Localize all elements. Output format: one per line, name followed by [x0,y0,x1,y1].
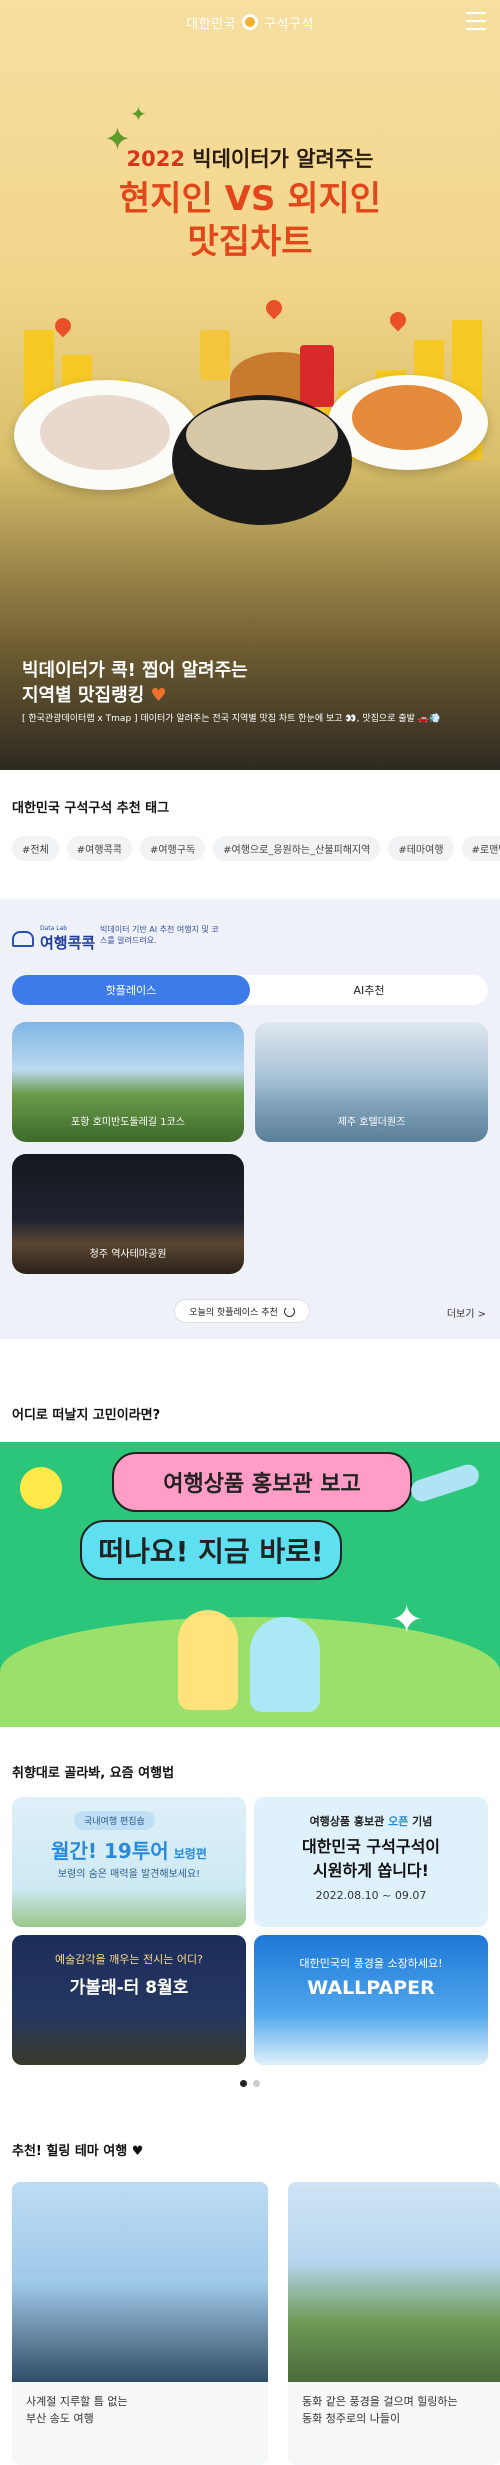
product-promo-banner[interactable]: 여행상품 홍보관 보고 떠나요! 지금 바로! ✦ [0,1442,500,1727]
sparkle-icon: ✦ [390,1597,424,1643]
tag-chip[interactable]: #전체 [12,836,59,861]
tag-chip[interactable]: #여행콕콕 [66,836,132,861]
hotplace-card[interactable]: 제주 호텔더원즈 [255,1022,488,1142]
logo-circle-icon [242,14,258,30]
product-card-exhibition[interactable]: 예술감각을 깨우는 전시는 어디? 가볼래-터 8월호 [12,1935,246,2065]
wallpaper-line1: 대한민국의 풍경을 소장하세요! [299,1957,443,1970]
carousel-dot[interactable] [240,2080,247,2087]
top-header: 대한민국 구석구석 [0,0,500,44]
hero-subtitle: 2022 빅데이터가 알려주는 [126,147,374,171]
healing-card[interactable]: 동화 같은 풍경을 걸으며 힐링하는 동화 청주로의 나들이 [288,2182,500,2465]
product-card-wallpaper[interactable]: 대한민국의 풍경을 소장하세요! WALLPAPER [254,1935,488,2065]
wallpaper-line2: WALLPAPER [307,1977,435,1999]
site-logo[interactable]: 대한민국 구석구석 [186,13,314,32]
drink-image [300,345,334,407]
heart-icon: ♥ [150,685,167,707]
promo-line3: 시원하게 쏩니다! [313,1861,429,1880]
healing-section-title: 추천! 힐링 테마 여행 ♥ [12,2144,144,2159]
kokkok-logo-icon [12,931,34,947]
product-subtitle: 보령의 숨은 매력을 발견해보세요! [57,1869,201,1880]
exhibition-line2: 가볼래-터 8월호 [69,1978,189,1998]
tag-list: #전체 #여행콕콕 #여행구독 #여행으로_응원하는_산불피해지역 #테마여행 … [12,836,500,861]
travel-kokkok-description: 빅데이터 기반 AI 추천 여행지 및 코스를 알려드려요. [100,925,219,945]
healing-card[interactable]: 사계절 지루할 틈 없는 부산 송도 여행 [12,2182,268,2465]
travel-kokkok-logo: Data Lab 여행콕콕 [12,925,95,953]
promo-line1: 여행상품 홍보관 오픈 기념 [309,1815,433,1828]
hamburger-menu-icon[interactable] [466,12,486,30]
soup-image [186,400,338,470]
products-section-title: 취향대로 골라봐, 요즘 여행법 [12,1766,175,1781]
healing-card-image [288,2182,500,2382]
refresh-icon [283,1305,295,1317]
tag-chip[interactable]: #여행으로_응원하는_산불피해지역 [213,836,381,861]
product-card-promo[interactable]: 여행상품 홍보관 오픈 기념 대한민국 구석구석이 시원하게 쏩니다! 2022… [254,1797,488,1927]
product-title: 월간! 19투어 보령편 [51,1839,207,1863]
more-link[interactable]: 더보기 > [447,1305,486,1320]
hotplace-card[interactable]: 포항 호미반도둘레길 1코스 [12,1022,244,1142]
tab-hotplace[interactable]: 핫플레이스 [12,975,250,1005]
where-section-title: 어디로 떠날지 고민이라면? [12,1408,161,1423]
hotplace-card[interactable]: 청주 역사테마공원 [12,1154,244,1274]
product-card-19tour[interactable]: 국내여행 편집숍 월간! 19투어 보령편 보령의 숨은 매력을 발견해보세요! [12,1797,246,1927]
tag-chip[interactable]: #여행구독 [139,836,206,861]
airplane-icon [408,1461,482,1505]
tag-chip[interactable]: #테마여행 [388,836,454,861]
promo-line2: 대한민국 구석구석이 [301,1837,441,1856]
food-image [40,395,170,470]
banner-bubble-bottom: 떠나요! 지금 바로! [80,1520,342,1580]
hero-description: [ 한국관광데이터랩 x Tmap ] 데이터가 알려주는 전국 지역별 맛집 … [22,714,441,724]
hotplace-ai-toggle: 핫플레이스 AI추천 [12,975,488,1005]
today-hotplace-button[interactable]: 오늘의 핫플레이스 추천 [174,1299,310,1323]
bear-character [250,1617,320,1712]
carousel-dot[interactable] [253,2080,260,2087]
healing-card-image [12,2182,268,2382]
hero-banner[interactable]: ✦ ✦ 2022 빅데이터가 알려주는 현지인 VS 외지인 맛집차트 빅데이터… [0,0,500,770]
product-badge: 국내여행 편집숍 [74,1811,155,1830]
hero-caption: 빅데이터가 콕! 찝어 알려주는 지역별 맛집랭킹 ♥ [22,660,248,707]
sun-icon [20,1467,62,1509]
banner-bubble-top: 여행상품 홍보관 보고 [112,1452,412,1512]
travel-kokkok-section: Data Lab 여행콕콕 빅데이터 기반 AI 추천 여행지 및 코스를 알려… [0,899,500,1339]
rabbit-character [178,1610,238,1710]
promo-date: 2022.08.10 ~ 09.07 [315,1889,427,1902]
fries-image [200,330,230,380]
exhibition-line1: 예술감각을 깨우는 전시는 어디? [55,1953,203,1966]
tab-ai-recommend[interactable]: AI추천 [250,975,488,1005]
page: ✦ ✦ 2022 빅데이터가 알려주는 현지인 VS 외지인 맛집차트 빅데이터… [0,0,500,2465]
tag-chip[interactable]: #로맨틱_야 [461,836,500,861]
healing-card-text: 동화 같은 풍경을 걸으며 힐링하는 동화 청주로의 나들이 [302,2395,458,2425]
sparkle-icon: ✦ [130,102,147,126]
tags-section-title: 대한민국 구석구석 추천 태그 [12,801,170,816]
healing-card-text: 사계절 지루할 틈 없는 부산 송도 여행 [26,2395,128,2425]
food-image [352,385,462,450]
carousel-dots [240,2080,260,2087]
